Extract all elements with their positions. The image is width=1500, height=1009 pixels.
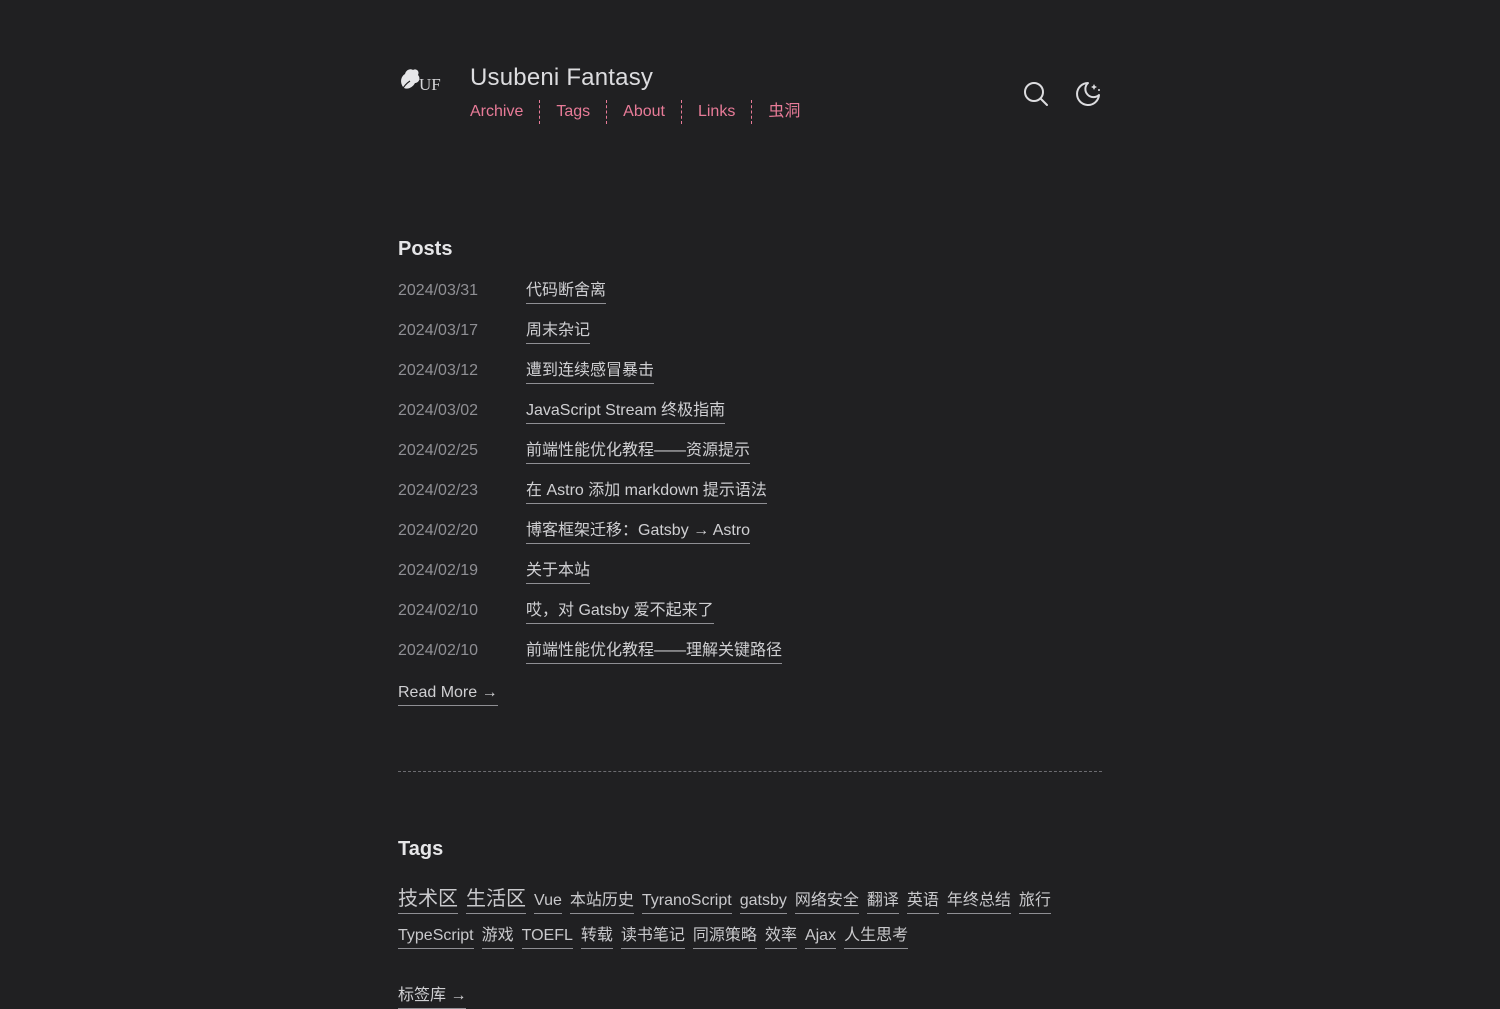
posts-heading: Posts bbox=[398, 238, 453, 260]
tag-link[interactable]: 翻译 bbox=[866, 889, 899, 914]
nav-links[interactable]: Links bbox=[680, 100, 751, 124]
logo-icon: UF bbox=[401, 69, 441, 94]
post-item: 2024/02/25 前端性能优化教程——资源提示 bbox=[398, 439, 1102, 479]
tag-link[interactable]: 生活区 bbox=[466, 885, 526, 914]
nav-wormhole[interactable]: 虫洞 bbox=[751, 100, 816, 124]
tag-link[interactable]: TyranoScript bbox=[641, 889, 732, 914]
post-title-link[interactable]: 遭到连续感冒暴击 bbox=[526, 359, 655, 384]
nav-about[interactable]: About bbox=[606, 100, 681, 124]
tag-cloud: 技术区 生活区 Vue 本站历史 TyranoScript gatsby 网络安全 翻译 英语年… bbox=[398, 885, 1078, 949]
tag-link[interactable]: TOEFL bbox=[521, 924, 573, 949]
tag-link[interactable]: 年终总结 bbox=[946, 889, 1011, 914]
section-divider bbox=[398, 771, 1102, 772]
tag-link[interactable]: 网络安全 bbox=[794, 889, 859, 914]
post-title-link[interactable]: 前端性能优化教程——资源提示 bbox=[526, 439, 751, 464]
tag-link[interactable]: 人生思考 bbox=[844, 924, 909, 949]
post-item: 2024/03/02 JavaScript Stream 终极指南 bbox=[398, 399, 1102, 439]
post-date: 2024/03/17 bbox=[398, 322, 479, 339]
site-title[interactable]: Usubeni Fantasy bbox=[470, 64, 653, 92]
post-date: 2024/02/25 bbox=[398, 442, 479, 459]
main-nav: Archive Tags About Links 虫洞 bbox=[470, 100, 816, 124]
post-item: 2024/02/10 前端性能优化教程——理解关键路径 bbox=[398, 639, 1102, 679]
tag-link[interactable]: 游戏 bbox=[481, 924, 514, 949]
post-title-link[interactable]: JavaScript Stream 终极指南 bbox=[526, 399, 726, 424]
tag-link[interactable]: TypeScript bbox=[398, 924, 474, 949]
post-title-link[interactable]: 前端性能优化教程——理解关键路径 bbox=[526, 639, 783, 664]
post-item: 2024/02/10 哎，对 Gatsby 爱不起来了 bbox=[398, 599, 1102, 639]
post-item: 2024/02/19 关于本站 bbox=[398, 559, 1102, 599]
post-item: 2024/03/31 代码断舍离 bbox=[398, 279, 1102, 319]
post-date: 2024/03/02 bbox=[398, 402, 479, 419]
header-actions bbox=[1022, 80, 1102, 108]
post-item: 2024/03/17 周末杂记 bbox=[398, 319, 1102, 359]
tag-link[interactable]: 读书笔记 bbox=[620, 924, 685, 949]
post-title-link[interactable]: 代码断舍离 bbox=[526, 279, 607, 304]
page-container: UF Usubeni Fantasy Archive Tags About Li… bbox=[398, 0, 1102, 1009]
post-list: 2024/03/31 代码断舍离 2024/03/17 周末杂记 2024/03/12 遭… bbox=[398, 279, 1102, 679]
tags-section: Tags 技术区 生活区 Vue 本站历史 TyranoScript gatsby 网络安全… bbox=[398, 838, 1102, 1009]
search-button[interactable] bbox=[1022, 80, 1050, 108]
post-date: 2024/02/19 bbox=[398, 562, 479, 579]
post-title-link[interactable]: 关于本站 bbox=[526, 559, 591, 584]
site-header: UF Usubeni Fantasy Archive Tags About Li… bbox=[398, 0, 1102, 140]
moon-icon bbox=[1076, 82, 1100, 106]
post-item: 2024/03/12 遭到连续感冒暴击 bbox=[398, 359, 1102, 399]
tag-link[interactable]: 转载 bbox=[580, 924, 613, 949]
post-title-link[interactable]: 哎，对 Gatsby 爱不起来了 bbox=[526, 599, 714, 624]
tag-link[interactable]: Ajax bbox=[804, 924, 837, 949]
post-date: 2024/02/23 bbox=[398, 482, 479, 499]
tag-link[interactable]: 英语 bbox=[906, 889, 939, 914]
site-logo[interactable]: UF bbox=[398, 64, 446, 96]
read-more-link[interactable]: Read More → bbox=[398, 681, 498, 706]
post-title-link[interactable]: 博客框架迁移：Gatsby → Astro bbox=[526, 519, 751, 544]
tag-link[interactable]: 本站历史 bbox=[569, 889, 634, 914]
tag-link[interactable]: 效率 bbox=[764, 924, 797, 949]
tag-link[interactable]: 旅行 bbox=[1018, 889, 1051, 914]
tag-library-link[interactable]: 标签库 → bbox=[398, 984, 467, 1009]
tag-link[interactable]: gatsby bbox=[739, 889, 787, 914]
post-date: 2024/03/12 bbox=[398, 362, 479, 379]
post-date: 2024/02/20 bbox=[398, 522, 479, 539]
logo-text: UF bbox=[419, 75, 441, 94]
post-date: 2024/03/31 bbox=[398, 282, 479, 299]
tag-link[interactable]: 技术区 bbox=[398, 885, 458, 914]
post-title-link[interactable]: 周末杂记 bbox=[526, 319, 591, 344]
tag-link[interactable]: 同源策略 bbox=[692, 924, 757, 949]
post-item: 2024/02/23 在 Astro 添加 markdown 提示语法 bbox=[398, 479, 1102, 519]
tags-heading: Tags bbox=[398, 838, 444, 860]
posts-section: Posts 2024/03/31 代码断舍离 2024/03/17 周末杂记 2024/… bbox=[398, 238, 1102, 706]
post-date: 2024/02/10 bbox=[398, 642, 479, 659]
nav-tags[interactable]: Tags bbox=[539, 100, 606, 124]
post-date: 2024/02/10 bbox=[398, 602, 479, 619]
post-item: 2024/02/20 博客框架迁移：Gatsby → Astro bbox=[398, 519, 1102, 559]
search-icon bbox=[1024, 82, 1048, 106]
nav-archive[interactable]: Archive bbox=[470, 100, 539, 124]
post-title-link[interactable]: 在 Astro 添加 markdown 提示语法 bbox=[526, 479, 767, 504]
theme-toggle-button[interactable] bbox=[1074, 80, 1102, 108]
tag-link[interactable]: Vue bbox=[534, 889, 562, 914]
